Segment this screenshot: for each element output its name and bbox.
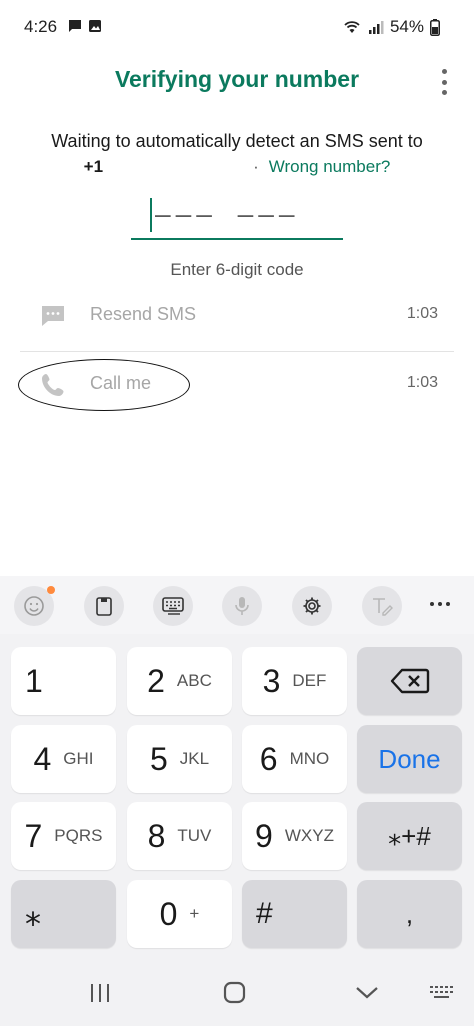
message-icon	[42, 306, 64, 326]
key-7[interactable]: 7 PQRS	[11, 802, 116, 870]
comma-key[interactable]: ,	[357, 880, 462, 948]
separator: ·	[253, 157, 259, 176]
hash-key[interactable]: #	[242, 880, 347, 948]
key-8[interactable]: 8 TUV	[127, 802, 232, 870]
phone-number: +1	[83, 157, 104, 176]
more-horizontal-icon[interactable]	[430, 602, 450, 606]
recents-icon[interactable]	[88, 982, 112, 1004]
keyboard: 1 2 ABC 3 DEF 4 GHI 5 JKL 6 MNO Done 7 PQRS 8T…	[0, 576, 474, 1026]
key-0[interactable]: 0 +	[127, 880, 232, 948]
key-1[interactable]: 1	[11, 647, 116, 715]
text-cursor	[150, 198, 152, 232]
page-title: Verifying your number	[114, 66, 360, 92]
resend-sms-option[interactable]: Resend SMS 1:03	[0, 283, 474, 347]
signal-icon	[368, 21, 384, 34]
symbols-label: ⁎+#	[388, 820, 431, 851]
handwriting-icon[interactable]	[362, 586, 402, 626]
star-key[interactable]: ⁎	[11, 880, 116, 948]
wifi-icon	[344, 21, 360, 33]
key-5[interactable]: 5 JKL	[127, 725, 232, 793]
code-input[interactable]: ––– –––	[131, 196, 343, 242]
key-4[interactable]: 4 GHI	[11, 725, 116, 793]
settings-icon[interactable]	[292, 586, 332, 626]
chat-notification-icon	[69, 20, 81, 32]
battery-icon	[430, 18, 440, 36]
key-9[interactable]: 9 WXYZ	[242, 802, 347, 870]
keyboard-switch-icon[interactable]	[428, 984, 456, 1002]
status-bar: 4:26 54%	[0, 0, 474, 56]
backspace-icon	[390, 668, 429, 694]
wrong-number-link[interactable]: Wrong number?	[269, 157, 391, 176]
phone-row: +1 · Wrong number?	[0, 157, 474, 177]
code-hint: Enter 6-digit code	[170, 260, 304, 279]
done-key[interactable]: Done	[357, 725, 462, 793]
annotation-circle	[18, 359, 190, 411]
clipboard-icon[interactable]	[84, 586, 124, 626]
status-time: 4:26	[24, 17, 58, 36]
nav-bar	[0, 960, 474, 1026]
back-icon[interactable]	[354, 985, 380, 1001]
done-label: Done	[378, 743, 441, 774]
option-label: Resend SMS	[90, 304, 197, 324]
home-icon[interactable]	[222, 981, 248, 1005]
more-vert-icon[interactable]	[432, 69, 456, 95]
microphone-icon[interactable]	[222, 586, 262, 626]
key-2[interactable]: 2 ABC	[127, 647, 232, 715]
option-timer: 1:03	[406, 374, 438, 391]
backspace-key[interactable]	[357, 647, 462, 715]
option-timer: 1:03	[406, 305, 438, 322]
image-notification-icon	[89, 20, 101, 32]
notification-dot	[47, 586, 55, 594]
key-3[interactable]: 3 DEF	[242, 647, 347, 715]
symbols-key[interactable]: ⁎+#	[357, 802, 462, 870]
key-6[interactable]: 6 MNO	[242, 725, 347, 793]
battery-percent: 54%	[389, 17, 424, 36]
instructions-text: Waiting to automatically detect an SMS s…	[51, 131, 423, 151]
keyboard-toolbar	[0, 576, 474, 634]
code-placeholder: ––– –––	[155, 200, 300, 230]
keyboard-icon[interactable]	[153, 586, 193, 626]
